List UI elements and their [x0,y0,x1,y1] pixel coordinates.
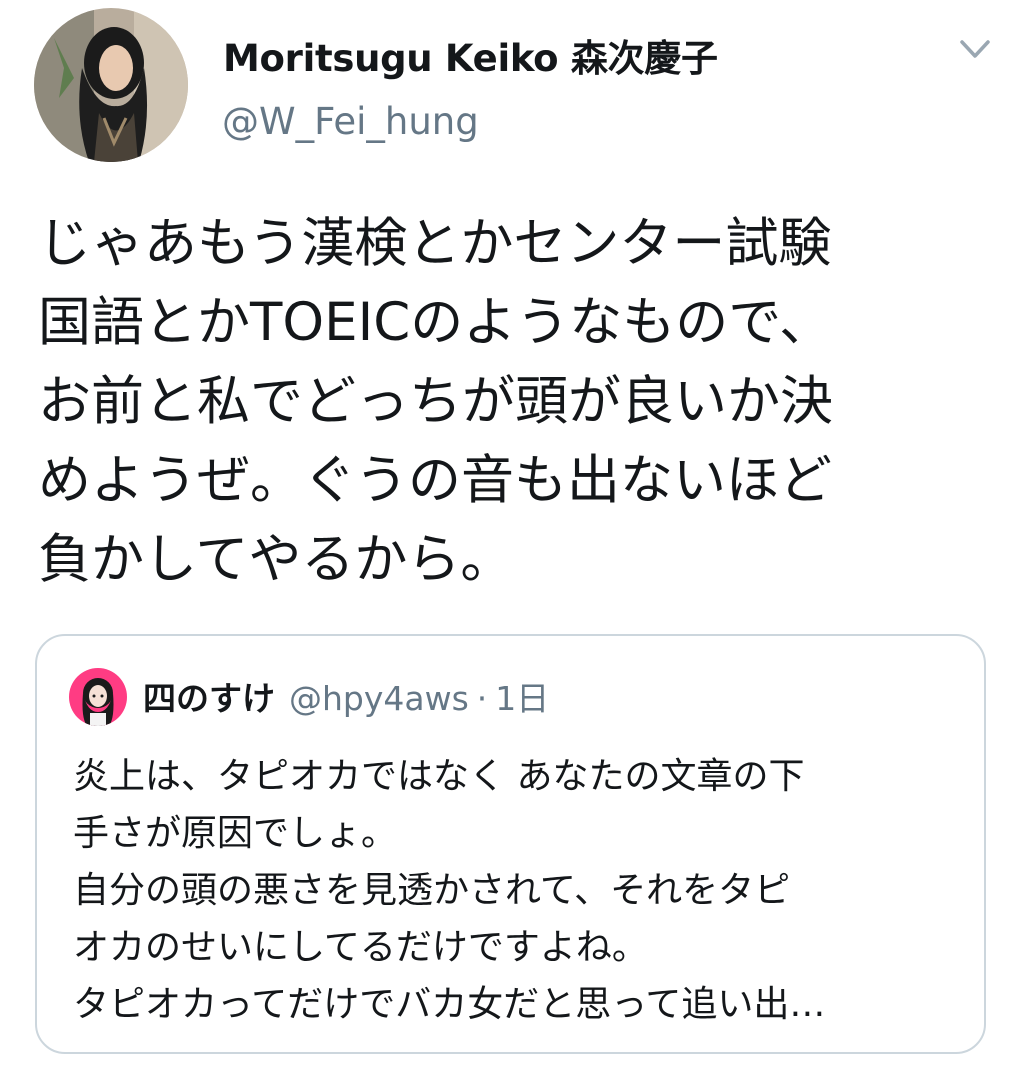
author-display-name[interactable]: Moritsugu Keiko 森次慶子 [223,28,718,82]
tweet: Moritsugu Keiko 森次慶子 @W_Fei_hung じゃあもう漢検… [0,0,1024,1087]
author-avatar[interactable] [34,8,188,162]
quoted-tweet-card[interactable]: 四のすけ @hpy4aws · 1日 炎上は、タピオカではなく あなたの文章の下… [35,634,986,1054]
profile-illustration-icon [69,668,127,726]
quoted-tweet-header: 四のすけ @hpy4aws · 1日 [143,672,549,720]
quoted-tweet-time[interactable]: 1日 [495,672,549,720]
profile-photo-icon [34,8,188,162]
chevron-down-icon[interactable] [955,32,995,68]
quoted-author-avatar[interactable] [69,668,127,726]
header-separator: · [476,679,488,718]
author-handle[interactable]: @W_Fei_hung [222,100,479,143]
quoted-author-handle[interactable]: @hpy4aws [289,679,469,718]
tweet-text: じゃあもう漢検とかセンター試験 国語とかTOEICのようなもので、 お前と私でど… [38,213,833,590]
quoted-tweet-text: 炎上は、タピオカではなく あなたの文章の下 手さが原因でしょ。 自分の頭の悪さを… [73,756,826,1025]
quoted-author-name[interactable]: 四のすけ [143,672,275,720]
